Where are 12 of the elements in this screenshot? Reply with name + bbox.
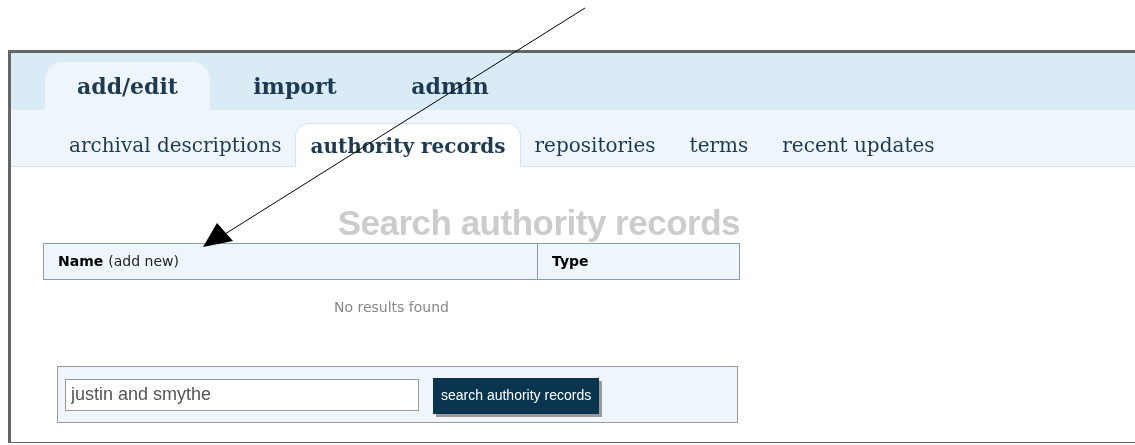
sub-tab[interactable]: recent updates [770,123,947,167]
search-button[interactable]: search authority records [433,377,600,414]
column-header: Name [58,252,104,271]
sub-tab[interactable]: terms [669,123,769,167]
column-header: Type [552,252,589,271]
main-tab[interactable]: import [210,62,380,110]
add-new-link[interactable]: (add new) [108,251,179,272]
sub-tab[interactable]: repositories [522,123,668,167]
empty-message: No results found [334,298,449,317]
main-tab[interactable]: add/edit [45,62,210,110]
search-field[interactable]: justin and smythe [65,378,419,411]
sub-tab[interactable]: archival descriptions [57,123,294,167]
